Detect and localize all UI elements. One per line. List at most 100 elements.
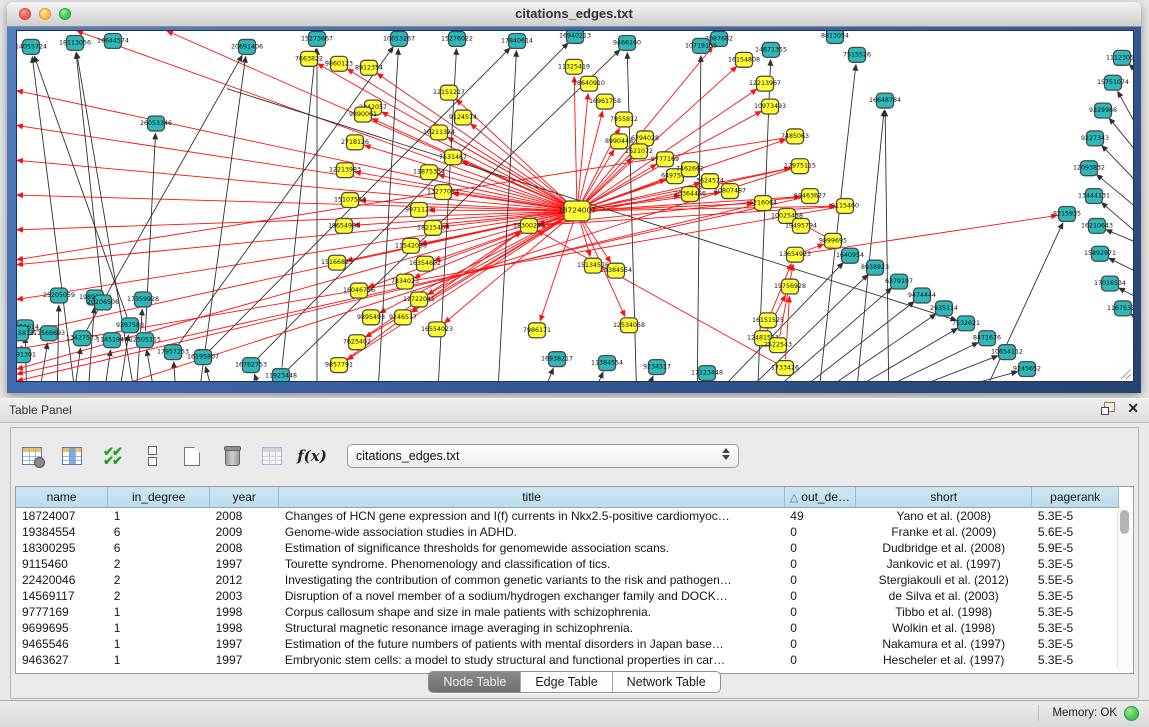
graph-edge[interactable] — [583, 47, 713, 204]
graph-node[interactable]: 10654112 — [991, 345, 1023, 360]
graph-edge[interactable] — [538, 231, 777, 364]
resize-grip-icon[interactable] — [1121, 369, 1131, 379]
graph-node[interactable]: 13444131 — [1078, 189, 1110, 204]
graph-node[interactable]: 25205059 — [43, 288, 75, 303]
graph-node[interactable]: 12213967 — [749, 76, 781, 91]
graph-edge[interactable] — [798, 314, 936, 381]
graph-edge[interactable] — [17, 212, 568, 265]
table-row[interactable]: 977716911998Corpus callosum shape and si… — [16, 604, 1119, 620]
graph-node[interactable]: 15276022 — [441, 31, 473, 46]
memory-ok-icon[interactable] — [1124, 706, 1139, 721]
graph-node[interactable]: 12505115 — [129, 333, 161, 348]
close-panel-icon[interactable]: ✕ — [1127, 402, 1139, 415]
graph-canvas[interactable]: 14055724 18113056 16644574 20691406 15273667… — [16, 30, 1134, 382]
graph-node[interactable]: 9245652 — [1013, 362, 1041, 377]
column-header[interactable]: title — [279, 487, 784, 508]
graph-node[interactable]: 11875334 — [413, 165, 445, 180]
trash-icon[interactable] — [219, 442, 245, 470]
function-icon[interactable]: f(x) — [299, 442, 325, 470]
table-row[interactable]: 1872400712008Changes of HCN gene express… — [16, 508, 1119, 525]
graph-node[interactable]: 18113056 — [59, 35, 91, 50]
graph-edge[interactable] — [1118, 91, 1133, 130]
table-row[interactable]: 1830029562008Estimation of significance … — [16, 540, 1119, 556]
graph-node[interactable]: 12975115 — [784, 159, 816, 174]
graph-node[interactable]: 9234517 — [643, 360, 671, 375]
graph-node[interactable]: 7515526 — [843, 47, 871, 62]
graph-node[interactable]: 16210643 — [1081, 218, 1113, 233]
graph-node[interactable]: 8813054 — [821, 31, 849, 43]
graph-node[interactable]: 17957253 — [157, 345, 189, 360]
table-row[interactable]: 946362711997Embryonic stem cells: a mode… — [16, 652, 1119, 668]
graph-node[interactable]: 9329966 — [1089, 103, 1117, 118]
graph-edge[interactable] — [17, 211, 568, 230]
graph-edge[interactable] — [578, 94, 588, 202]
graph-node[interactable]: 9857791 — [325, 358, 353, 373]
graph-node[interactable]: 17840614 — [501, 33, 533, 48]
column-edit-icon[interactable] — [59, 442, 85, 470]
graph-node[interactable]: 12722045 — [403, 292, 435, 307]
graph-node[interactable]: 16046756 — [343, 283, 375, 298]
selection-checks-icon[interactable]: ✔✔✔✔ — [99, 442, 125, 470]
graph-node[interactable]: 9115460 — [831, 199, 859, 214]
column-header[interactable]: in_degree — [108, 487, 210, 508]
graph-node[interactable]: 16211324 — [423, 125, 455, 140]
column-header[interactable]: year — [210, 487, 279, 508]
graph-edge[interactable] — [1131, 314, 1133, 325]
graph-node[interactable]: 15166825 — [321, 255, 353, 270]
graph-node[interactable]: 9466160 — [613, 35, 641, 50]
window-titlebar[interactable]: citations_edges.txt — [7, 2, 1141, 27]
graph-edge[interactable] — [282, 49, 316, 367]
tab-network-table[interactable]: Network Table — [613, 672, 720, 692]
graph-node[interactable]: 16644574 — [97, 33, 129, 48]
graph-node[interactable]: 17359928 — [127, 292, 159, 307]
graph-node[interactable]: 1640954 — [836, 248, 864, 263]
graph-node[interactable]: 14055724 — [17, 39, 47, 54]
graph-edge[interactable] — [1106, 230, 1133, 245]
graph-node[interactable]: 12534058 — [613, 318, 645, 333]
graph-edge[interactable] — [574, 77, 577, 202]
graph-node[interactable]: 10653267 — [383, 31, 415, 46]
graph-edge[interactable] — [206, 367, 217, 381]
graph-edge[interactable] — [977, 223, 1063, 381]
graph-node[interactable]: 11325419 — [558, 59, 590, 74]
graph-edge[interactable] — [583, 158, 631, 205]
graph-node[interactable]: 2718126 — [341, 135, 369, 150]
graph-node[interactable]: 18215467 — [417, 220, 449, 235]
graph-node[interactable]: 20691406 — [231, 39, 263, 54]
graph-edge[interactable] — [587, 372, 603, 381]
graph-node[interactable]: 16151525 — [752, 313, 784, 328]
graph-edge[interactable] — [817, 65, 856, 381]
graph-node[interactable]: 9777169 — [651, 152, 679, 167]
graph-node[interactable]: 17016534 — [1094, 276, 1126, 291]
table-row[interactable]: 1938455462009Genome-wide association stu… — [16, 524, 1119, 540]
graph-node[interactable]: 19654985 — [328, 218, 360, 233]
graph-node[interactable]: 16554023 — [421, 322, 453, 337]
graph-node[interactable]: 20364486 — [674, 187, 706, 202]
column-header[interactable]: pagerank — [1032, 487, 1119, 508]
graph-edge[interactable] — [377, 49, 398, 381]
scrollbar-thumb[interactable] — [1120, 510, 1129, 534]
graph-node[interactable]: 19463627 — [794, 189, 826, 204]
graph-node[interactable]: 16938217 — [541, 352, 573, 367]
graph-edge[interactable] — [17, 212, 568, 299]
graph-edge[interactable] — [1129, 65, 1133, 79]
graph-edge[interactable] — [174, 362, 177, 381]
graph-node[interactable]: 19756928 — [774, 279, 806, 294]
table-row[interactable]: 1456911722003Disruption of a novel membe… — [16, 588, 1119, 604]
graph-edge[interactable] — [17, 205, 754, 381]
graph-node[interactable]: 15273667 — [301, 31, 333, 46]
graph-node[interactable]: 9474444 — [908, 288, 936, 303]
graph-node[interactable]: 8215935 — [1053, 206, 1081, 221]
graph-node[interactable]: 7485063 — [781, 129, 809, 144]
graph-edge[interactable] — [1109, 118, 1133, 152]
graph-node[interactable]: 18640910 — [573, 76, 605, 91]
graph-edge[interactable] — [841, 343, 978, 381]
graph-node[interactable]: 9860123 — [325, 56, 353, 71]
graph-node[interactable]: 7986171 — [523, 323, 551, 338]
graph-node[interactable]: 12093832 — [1073, 161, 1105, 176]
graph-edge[interactable] — [804, 215, 1057, 253]
graph-edge[interactable] — [57, 305, 59, 381]
graph-node[interactable]: 12213983 — [329, 163, 361, 178]
graph-node[interactable]: 8912354 — [355, 60, 383, 75]
column-header[interactable]: short — [856, 487, 1032, 508]
